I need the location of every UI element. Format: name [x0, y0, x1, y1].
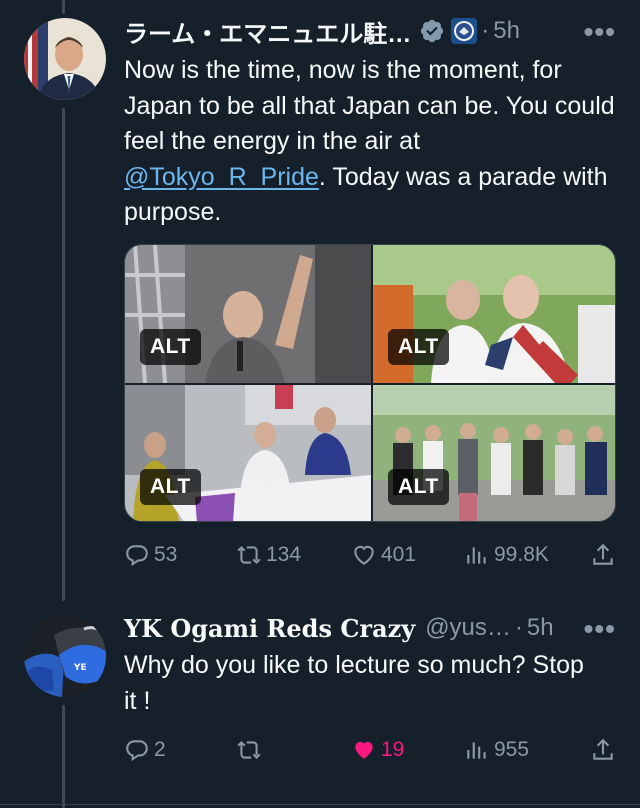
avatar[interactable]	[24, 18, 106, 100]
retweet-icon	[237, 740, 261, 760]
bottom-divider	[0, 804, 640, 805]
analytics-icon	[467, 742, 486, 759]
analytics-icon	[467, 547, 486, 564]
media-photo[interactable]: ALT	[373, 245, 615, 383]
share-button[interactable]	[590, 737, 616, 763]
timestamp[interactable]: 5h	[527, 614, 554, 642]
reply-icon	[126, 545, 148, 567]
mention-link[interactable]: @Tokyo_R_Pride	[124, 163, 319, 191]
display-name[interactable]: ラーム・エマニュエル駐…	[124, 14, 411, 49]
tweet1-actions: 53 134 401 99.8K	[124, 539, 616, 571]
alt-badge[interactable]: ALT	[388, 469, 449, 505]
tweet-text: Now is the time, now is the moment, for …	[124, 53, 616, 231]
reply-button[interactable]: 53	[124, 542, 177, 568]
alt-badge[interactable]: ALT	[140, 469, 201, 505]
verified-badge-icon	[419, 18, 445, 44]
more-options-icon[interactable]: •••	[584, 613, 616, 645]
retweet-button[interactable]	[236, 737, 266, 763]
view-count: 99.8K	[494, 543, 549, 566]
reply-button[interactable]: 2	[124, 737, 166, 763]
views-button[interactable]: 99.8K	[464, 542, 549, 568]
timestamp[interactable]: 5h	[493, 17, 520, 45]
more-options-icon[interactable]: •••	[584, 16, 616, 48]
heart-icon	[354, 545, 374, 565]
share-icon	[593, 738, 613, 760]
media-photo[interactable]: ALT	[125, 385, 371, 521]
thread-line-top	[62, 0, 65, 14]
retweet-count: 134	[266, 543, 302, 566]
heart-filled-icon	[355, 741, 373, 759]
retweet-button[interactable]: 134	[236, 542, 301, 568]
alt-badge[interactable]: ALT	[388, 329, 449, 365]
avatar[interactable]: YE	[24, 615, 106, 697]
tweet2-header: YK Ogami Reds Crazy @yus… · 5h	[124, 611, 554, 645]
media-photo[interactable]: ALT	[373, 385, 615, 521]
reply-count: 53	[154, 543, 178, 566]
media-photo[interactable]: ALT	[125, 245, 371, 383]
tweet1-header: ラーム・エマニュエル駐… · 5h	[124, 14, 520, 48]
alt-badge[interactable]: ALT	[140, 329, 201, 365]
like-button[interactable]: 401	[351, 542, 416, 568]
reply-icon	[126, 740, 148, 762]
share-icon	[593, 543, 613, 565]
view-count: 955	[494, 738, 530, 761]
display-name[interactable]: YK Ogami Reds Crazy	[124, 614, 415, 643]
user-handle[interactable]: @yus…	[425, 614, 511, 642]
government-seal-icon	[451, 18, 478, 44]
retweet-icon	[237, 545, 261, 565]
tweet-divider	[0, 601, 640, 602]
thread-line-bottom	[62, 705, 65, 808]
like-count: 401	[381, 543, 417, 566]
thread-line-connector	[62, 108, 65, 601]
svg-text:YE: YE	[73, 663, 87, 673]
views-button[interactable]: 955	[464, 737, 529, 763]
tweet2-actions: 2 19 955	[124, 734, 616, 766]
share-button[interactable]	[590, 542, 616, 568]
tweet-text: Why do you like to lecture so much? Stop…	[124, 651, 584, 715]
like-count: 19	[381, 738, 405, 761]
like-button[interactable]: 19	[351, 737, 404, 763]
reply-count: 2	[154, 738, 166, 761]
media-grid: ALT ALT ALT ALT	[124, 244, 616, 522]
tweet-text-part: Now is the time, now is the moment, for …	[124, 56, 615, 155]
separator-dot: ·	[514, 614, 523, 641]
separator-dot: ·	[481, 17, 490, 44]
